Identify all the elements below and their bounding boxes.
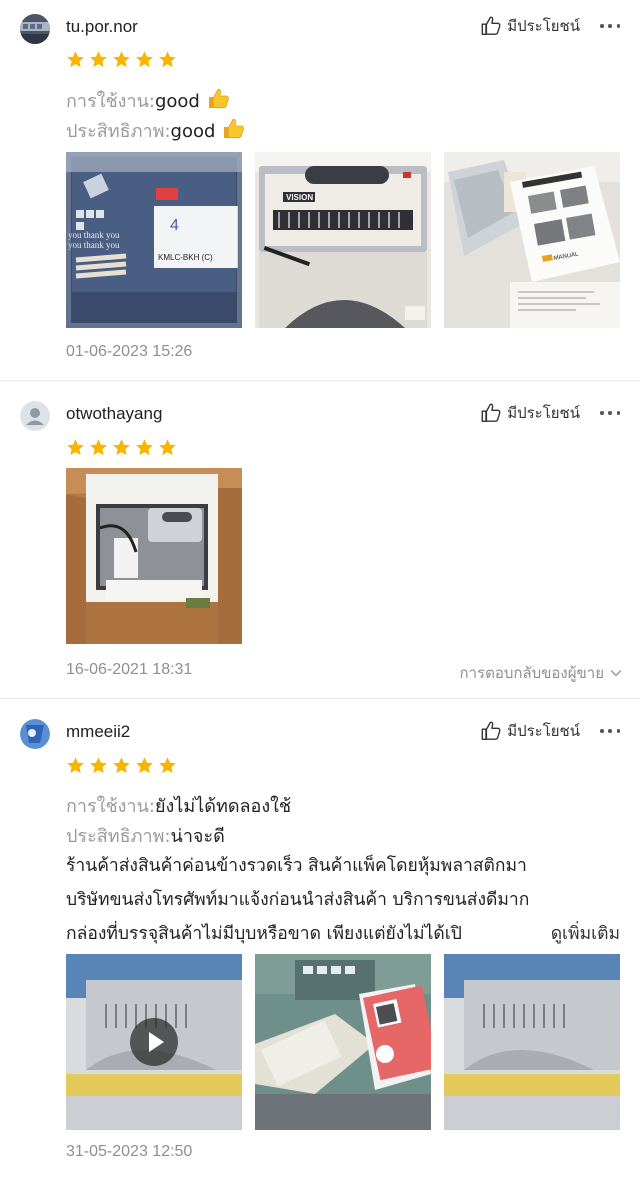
star-icon <box>89 50 108 69</box>
thumbs-up-emoji-icon <box>206 87 230 111</box>
star-icon <box>158 756 177 775</box>
review-text-line: ร้านค้าส่งสินค้าค่อนข้างรวดเร็ว สินค้าแพ… <box>66 856 527 876</box>
star-icon <box>112 438 131 457</box>
more-options-icon[interactable] <box>600 401 620 425</box>
review-text-truncated: กล่องที่บรรจุสินค้าไม่มีบุบหรือขาด เพียง… <box>66 924 462 944</box>
review-photo[interactable] <box>255 954 431 1130</box>
helpful-button[interactable]: มีประโยชน์ <box>480 14 580 38</box>
review-photo[interactable] <box>444 954 620 1130</box>
star-icon <box>89 438 108 457</box>
username[interactable]: tu.por.nor <box>66 17 138 37</box>
usage-key: การใช้งาน: <box>66 91 155 112</box>
seller-reply-toggle[interactable]: การตอบกลับของผู้ขาย <box>460 661 622 685</box>
usage-line: การใช้งาน:ยังไม่ได้ทดลองใช้ <box>66 791 291 820</box>
chevron-down-icon <box>610 670 622 677</box>
review-header: mmeeii2 มีประโยชน์ <box>20 719 620 749</box>
usage-key: การใช้งาน: <box>66 796 155 817</box>
helpful-label: มีประโยชน์ <box>507 722 580 740</box>
review-card: otwothayang มีประโยชน์ 16-06-2021 18:31 … <box>0 381 640 699</box>
performance-key: ประสิทธิภาพ: <box>66 121 171 142</box>
performance-key: ประสิทธิภาพ: <box>66 826 171 847</box>
star-icon <box>89 756 108 775</box>
performance-value: good <box>170 121 216 142</box>
helpful-label: มีประโยชน์ <box>507 404 580 422</box>
svg-text:4: 4 <box>170 217 179 234</box>
review-photos: you thank you you thank you 4 KMLC-BKH (… <box>66 152 620 328</box>
star-icon <box>135 50 154 69</box>
star-icon <box>66 756 85 775</box>
star-icon <box>158 50 177 69</box>
usage-value: ยังไม่ได้ทดลองใช้ <box>154 796 292 817</box>
star-icon <box>66 438 85 457</box>
star-icon <box>135 756 154 775</box>
review-card: tu.por.nor มีประโยชน์ การใช้งาน:good ประ… <box>0 0 640 381</box>
performance-line: ประสิทธิภาพ:good <box>66 116 245 145</box>
star-icon <box>112 50 131 69</box>
star-icon <box>112 756 131 775</box>
svg-text:you thank you: you thank you <box>68 230 120 240</box>
username[interactable]: mmeeii2 <box>66 722 130 742</box>
more-options-icon[interactable] <box>600 14 620 38</box>
play-icon[interactable] <box>130 1018 178 1066</box>
thumbs-up-icon <box>480 15 502 37</box>
see-more-link[interactable]: ดูเพิ่มเติม <box>546 917 620 951</box>
review-photo[interactable]: MANUAL <box>444 152 620 328</box>
thumbs-up-emoji-icon <box>221 117 245 141</box>
helpful-button[interactable]: มีประโยชน์ <box>480 401 580 425</box>
review-date: 16-06-2021 18:31 <box>66 661 193 678</box>
star-icon <box>66 50 85 69</box>
usage-line: การใช้งาน:good <box>66 86 230 115</box>
helpful-button[interactable]: มีประโยชน์ <box>480 719 580 743</box>
review-card: mmeeii2 มีประโยชน์ การใช้งาน:ยังไม่ได้ทด… <box>0 699 640 1178</box>
review-date: 31-05-2023 12:50 <box>66 1143 193 1160</box>
performance-value: น่าจะดี <box>170 826 225 847</box>
shipping-label-text: KMLC-BKH (C) <box>158 253 213 262</box>
seller-reply-label: การตอบกลับของผู้ขาย <box>459 664 604 682</box>
thumbs-up-icon <box>480 720 502 742</box>
avatar[interactable] <box>20 14 50 44</box>
review-video[interactable] <box>66 954 242 1130</box>
thumbs-up-icon <box>480 402 502 424</box>
review-body: ร้านค้าส่งสินค้าค่อนข้างรวดเร็ว สินค้าแพ… <box>66 849 626 951</box>
star-rating <box>66 756 177 775</box>
svg-text:you thank you: you thank you <box>68 240 120 250</box>
review-text-line: กล่องที่บรรจุสินค้าไม่มีบุบหรือขาด เพียง… <box>66 917 626 951</box>
review-text-line: บริษัทขนส่งโทรศัพท์มาแจ้งก่อนนำส่งสินค้า… <box>66 890 530 910</box>
avatar[interactable] <box>20 401 50 431</box>
star-rating <box>66 50 177 69</box>
star-icon <box>135 438 154 457</box>
review-photos <box>66 954 620 1130</box>
helpful-label: มีประโยชน์ <box>507 17 580 35</box>
star-rating <box>66 438 177 457</box>
usage-value: good <box>154 91 200 112</box>
review-photo[interactable]: you thank you you thank you 4 KMLC-BKH (… <box>66 152 242 328</box>
review-date: 01-06-2023 15:26 <box>66 343 193 360</box>
avatar[interactable] <box>20 719 50 749</box>
review-photo[interactable]: VISION <box>255 152 431 328</box>
review-header: otwothayang มีประโยชน์ <box>20 401 620 431</box>
username[interactable]: otwothayang <box>66 404 162 424</box>
review-header: tu.por.nor มีประโยชน์ <box>20 14 620 44</box>
review-photos <box>66 468 242 644</box>
brand-label-text: VISION <box>286 193 313 202</box>
performance-line: ประสิทธิภาพ:น่าจะดี <box>66 821 225 850</box>
review-photo[interactable] <box>66 468 242 644</box>
star-icon <box>158 438 177 457</box>
more-options-icon[interactable] <box>600 719 620 743</box>
